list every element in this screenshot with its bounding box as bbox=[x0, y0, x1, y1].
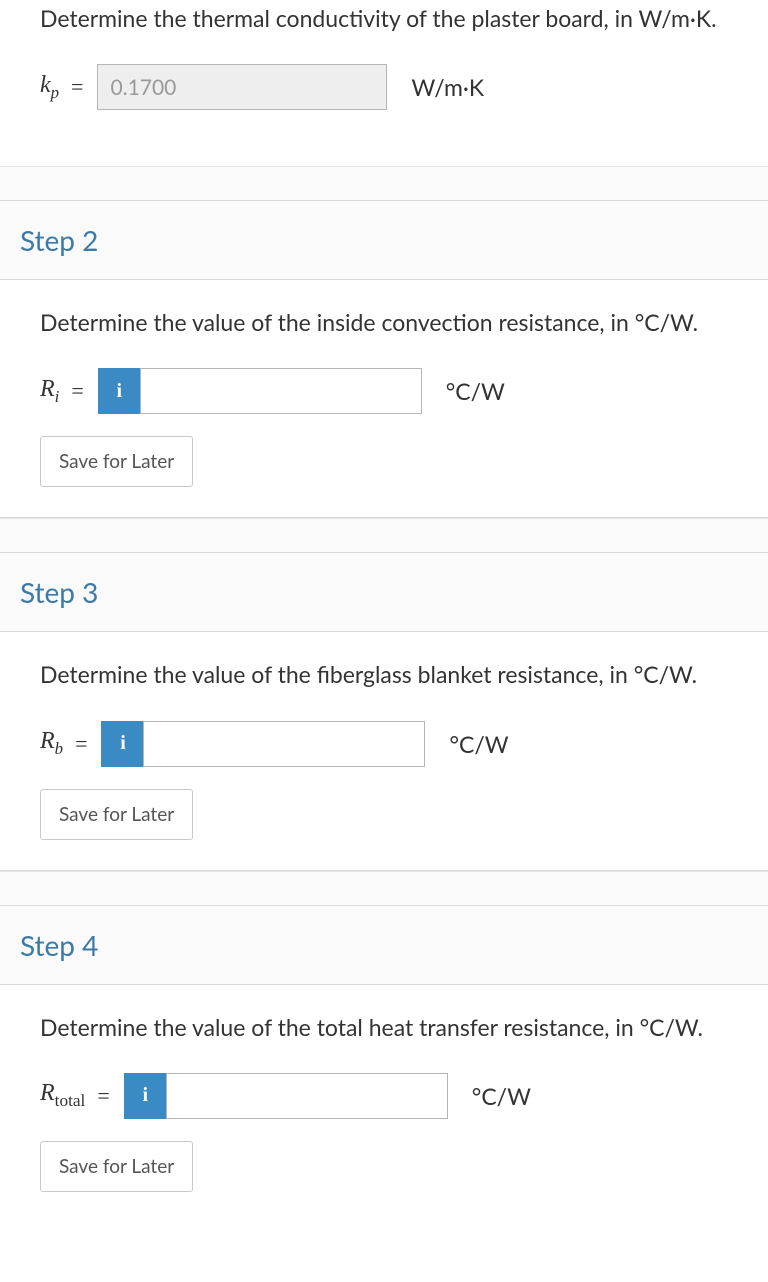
step3-title: Step 3 bbox=[20, 575, 98, 609]
section-gap bbox=[0, 518, 768, 552]
step2-title: Step 2 bbox=[20, 223, 98, 257]
step4-variable: Rtotal bbox=[40, 1080, 85, 1111]
step2-header: Step 2 bbox=[0, 201, 768, 280]
step2-content: Determine the value of the inside convec… bbox=[0, 280, 768, 517]
info-icon[interactable]: i bbox=[101, 721, 143, 767]
step3-content: Determine the value of the fiberglass bl… bbox=[0, 632, 768, 869]
step3-prompt: Determine the value of the fiberglass bl… bbox=[40, 658, 728, 690]
step4-input[interactable] bbox=[166, 1073, 448, 1119]
step1-input[interactable] bbox=[97, 64, 387, 110]
step1-prompt: Determine the thermal conductivity of th… bbox=[40, 0, 728, 34]
step4-header: Step 4 bbox=[0, 906, 768, 985]
step2-answer-row: Ri = i °C/W bbox=[40, 368, 728, 414]
step4-content: Determine the value of the total heat tr… bbox=[0, 985, 768, 1212]
step4-unit: °C/W bbox=[472, 1082, 531, 1110]
save-for-later-button[interactable]: Save for Later bbox=[40, 1141, 193, 1192]
step4-section: Step 4 Determine the value of the total … bbox=[0, 905, 768, 1212]
step3-input[interactable] bbox=[143, 721, 425, 767]
equals-sign: = bbox=[97, 1083, 109, 1109]
step2-section: Step 2 Determine the value of the inside… bbox=[0, 200, 768, 518]
step4-prompt: Determine the value of the total heat tr… bbox=[40, 1011, 728, 1043]
step3-header: Step 3 bbox=[0, 553, 768, 632]
step3-variable: Rb bbox=[40, 728, 63, 759]
step4-title: Step 4 bbox=[20, 928, 98, 962]
save-for-later-button[interactable]: Save for Later bbox=[40, 789, 193, 840]
section-gap bbox=[0, 871, 768, 905]
step2-input[interactable] bbox=[140, 368, 422, 414]
step2-prompt: Determine the value of the inside convec… bbox=[40, 306, 728, 338]
step1-content: Determine the thermal conductivity of th… bbox=[0, 0, 768, 166]
step3-unit: °C/W bbox=[449, 730, 508, 758]
step1-variable: kp bbox=[40, 72, 59, 103]
step1-unit: W/m·K bbox=[411, 73, 484, 101]
step1-answer-row: kp = W/m·K bbox=[40, 64, 728, 110]
save-for-later-button[interactable]: Save for Later bbox=[40, 436, 193, 487]
section-gap bbox=[0, 166, 768, 200]
step4-answer-row: Rtotal = i °C/W bbox=[40, 1073, 728, 1119]
info-icon[interactable]: i bbox=[124, 1073, 166, 1119]
equals-sign: = bbox=[71, 378, 83, 404]
step3-answer-row: Rb = i °C/W bbox=[40, 721, 728, 767]
equals-sign: = bbox=[75, 731, 87, 757]
info-icon[interactable]: i bbox=[98, 368, 140, 414]
equals-sign: = bbox=[71, 74, 83, 100]
step3-section: Step 3 Determine the value of the fiberg… bbox=[0, 552, 768, 870]
step2-variable: Ri bbox=[40, 376, 59, 407]
step2-unit: °C/W bbox=[446, 377, 505, 405]
